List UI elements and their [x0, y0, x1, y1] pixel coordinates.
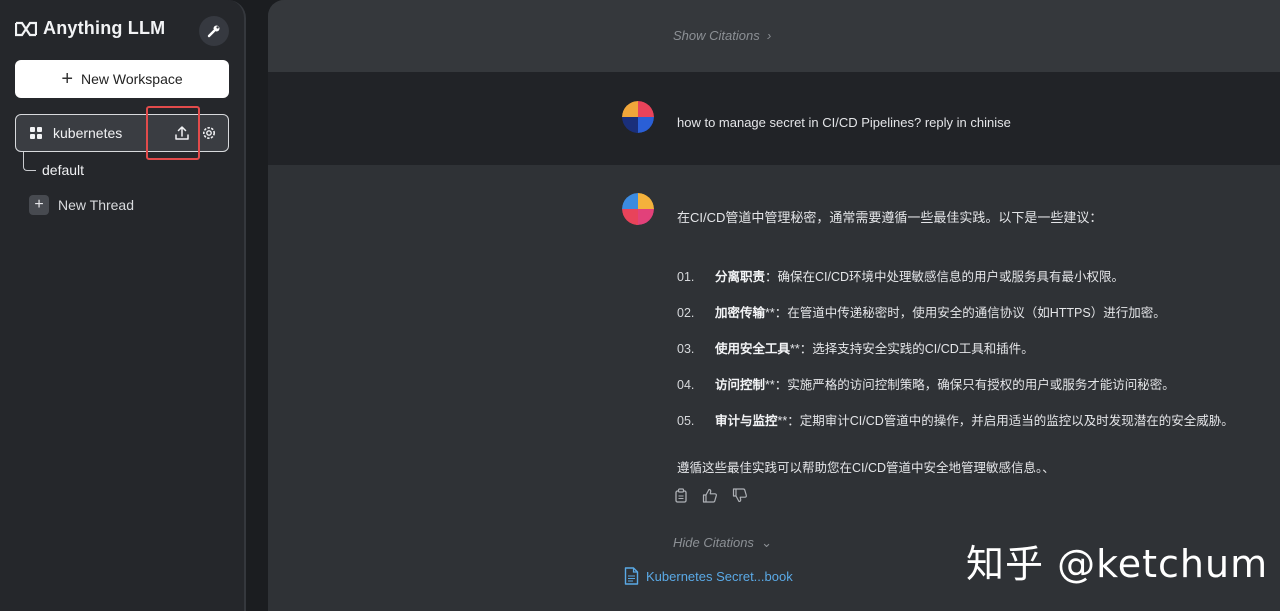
new-thread-label: New Thread — [58, 197, 135, 213]
grid-icon — [30, 127, 42, 139]
thread-item-default[interactable]: default — [42, 162, 84, 178]
thumbs-up-icon[interactable] — [702, 488, 718, 503]
document-icon — [624, 567, 639, 585]
user-avatar — [622, 101, 654, 133]
list-item: 05. 审计与监控**：定期审计CI/CD管道中的操作，并启用适当的监控以及时发现… — [677, 414, 1234, 428]
assistant-reply-intro: 在CI/CD管道中管理秘密，通常需要遵循一些最佳实践。以下是一些建议： — [677, 210, 1103, 225]
new-workspace-label: New Workspace — [81, 71, 183, 87]
watermark-text: 知乎 @ketchum — [966, 542, 1269, 586]
new-workspace-button[interactable]: + New Workspace — [15, 60, 229, 98]
anything-llm-logo-icon — [15, 21, 37, 36]
plus-icon: + — [61, 68, 73, 90]
chevron-right-icon: › — [763, 28, 772, 43]
wrench-icon — [207, 25, 220, 38]
chat-panel: Show Citations › how to manage secret in… — [268, 0, 1280, 611]
thread-branch-line — [23, 152, 36, 171]
upload-highlight-box — [146, 106, 200, 160]
copy-icon[interactable] — [674, 488, 688, 503]
assistant-reply-outro: 遵循这些最佳实践可以帮助您在CI/CD管道中安全地管理敏感信息。、 — [677, 461, 1055, 475]
list-item: 03. 使用安全工具**：选择支持安全实践的CI/CD工具和插件。 — [677, 342, 1034, 356]
sidebar: Anything LLM + New Workspace kubernetes — [0, 0, 246, 611]
user-message-text: how to manage secret in CI/CD Pipelines?… — [677, 115, 1011, 130]
workspace-name: kubernetes — [53, 125, 123, 141]
list-item: 04. 访问控制**：实施严格的访问控制策略，确保只有授权的用户或服务才能访问秘密… — [677, 378, 1175, 392]
citation-source-link[interactable]: Kubernetes Secret...book — [624, 567, 793, 585]
chevron-down-icon: ⌄ — [757, 535, 773, 550]
assistant-avatar — [622, 193, 654, 225]
plus-icon: + — [29, 195, 49, 215]
list-item: 01. 分离职责：确保在CI/CD环境中处理敏感信息的用户或服务具有最小权限。 — [677, 270, 1125, 284]
app-logo: Anything LLM — [15, 18, 165, 39]
settings-button[interactable] — [199, 16, 229, 46]
thumbs-down-icon[interactable] — [732, 488, 748, 503]
hide-citations-toggle[interactable]: Hide Citations ⌄ — [673, 535, 772, 551]
app-name: Anything LLM — [43, 18, 166, 38]
show-citations-toggle[interactable]: Show Citations › — [673, 28, 771, 43]
new-thread-button[interactable]: + New Thread — [29, 195, 134, 215]
citation-source-label: Kubernetes Secret...book — [646, 568, 793, 584]
gear-icon[interactable] — [201, 125, 217, 141]
message-actions — [674, 488, 748, 503]
list-item: 02. 加密传输**：在管道中传递秘密时，使用安全的通信协议（如HTTPS）进行加… — [677, 306, 1166, 320]
previous-message-strip: Show Citations › — [268, 0, 1280, 72]
